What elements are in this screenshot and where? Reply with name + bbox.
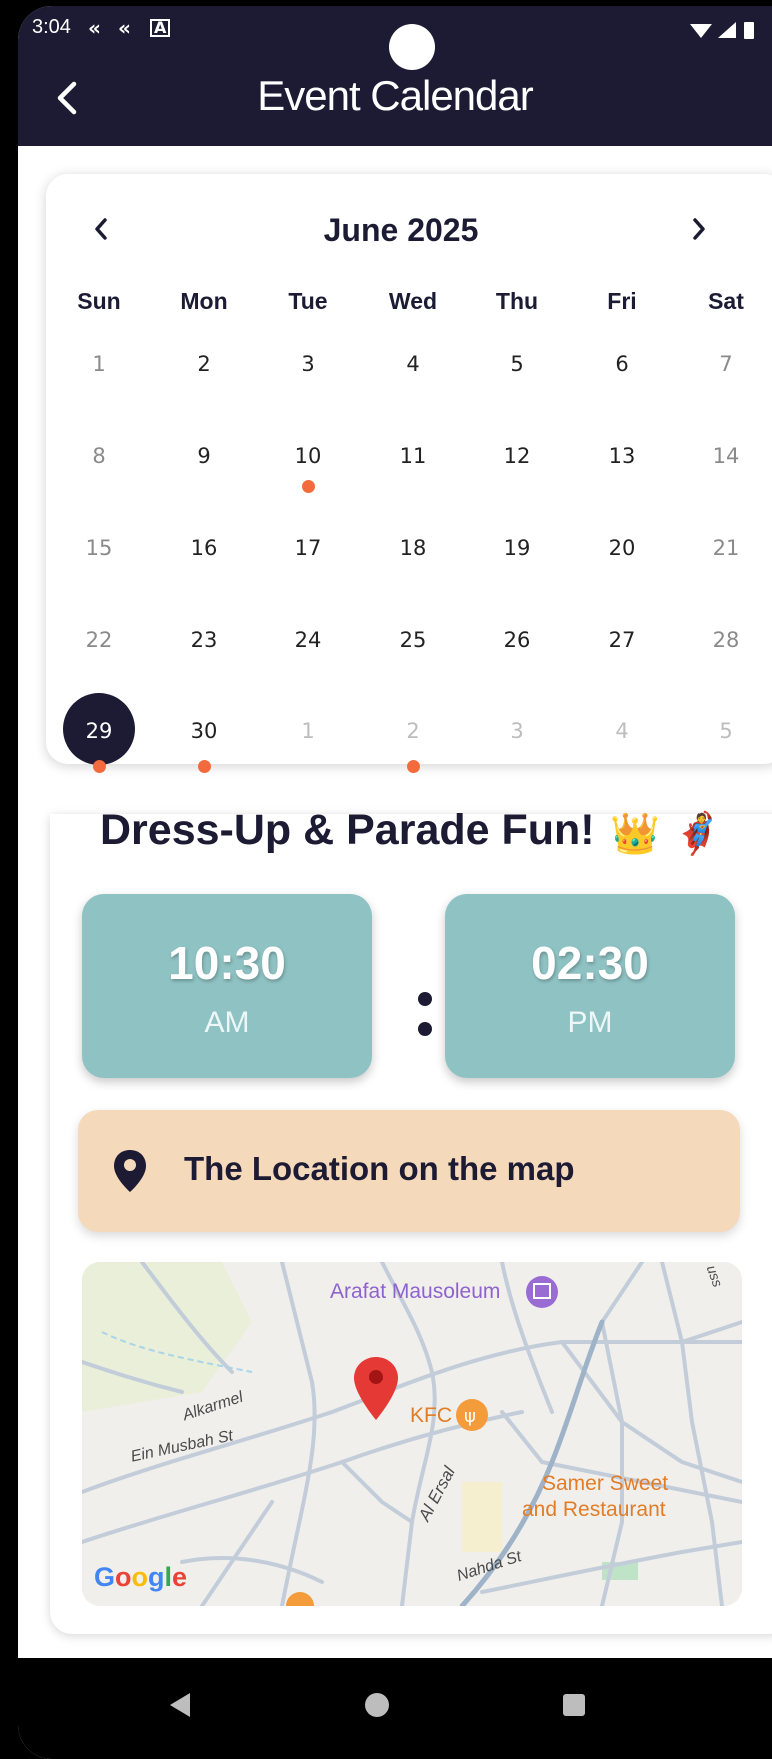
weekday-fri: Fri: [607, 288, 637, 314]
day-cell[interactable]: 18: [373, 536, 453, 560]
day-cell[interactable]: 17: [268, 536, 348, 560]
day-cell[interactable]: 14: [686, 444, 766, 468]
end-period: PM: [567, 1006, 613, 1039]
battery-icon: [744, 22, 754, 39]
system-nav-bar: [18, 1658, 772, 1759]
google-logo: Google: [94, 1562, 188, 1592]
day-cell[interactable]: 2: [164, 352, 244, 376]
page-title: Event Calendar: [257, 72, 534, 119]
weekday-sat: Sat: [708, 288, 744, 314]
day-cell[interactable]: 27: [582, 628, 662, 652]
nav-home-button[interactable]: [362, 1690, 392, 1724]
day-cell[interactable]: 20: [582, 536, 662, 560]
day-cell[interactable]: 22: [59, 628, 139, 652]
day-cell-next-month[interactable]: 3: [477, 719, 557, 743]
month-label: June 2025: [323, 212, 479, 248]
location-pin-icon: [112, 1148, 148, 1194]
nav-back-button[interactable]: [166, 1690, 194, 1724]
event-emoji: 👑 🦸: [610, 811, 723, 857]
day-cell[interactable]: 13: [582, 444, 662, 468]
day-cell[interactable]: 24: [268, 628, 348, 652]
time-separator-dot: [418, 992, 432, 1006]
next-month-button[interactable]: [680, 204, 720, 254]
camera-cutout: [389, 24, 435, 70]
map-label: Samer Sweet: [542, 1472, 669, 1495]
app-bar: 3:04 « « A Event Calendar: [18, 6, 772, 146]
month-header: June 2025: [46, 204, 756, 254]
day-cell[interactable]: 21: [686, 536, 766, 560]
start-time-box: 10:30 AM: [82, 894, 372, 1078]
location-button[interactable]: The Location on the map: [78, 1110, 740, 1232]
day-cell[interactable]: 7: [686, 352, 766, 376]
weekday-mon: Mon: [180, 288, 228, 314]
wifi-icon: [690, 24, 712, 38]
nav-recents-button[interactable]: [560, 1690, 588, 1724]
day-cell[interactable]: 23: [164, 628, 244, 652]
day-cell-next-month[interactable]: 4: [582, 719, 662, 743]
weekday-wed: Wed: [388, 288, 438, 314]
notification-icon: A: [150, 19, 171, 37]
start-time: 10:30: [168, 937, 286, 989]
day-cell[interactable]: 8: [59, 444, 139, 468]
day-cell-next-month[interactable]: 5: [686, 719, 766, 743]
square-recents-icon: [563, 1694, 585, 1716]
map-roads: ψ: [82, 1262, 742, 1606]
weekday-tue: Tue: [288, 288, 328, 314]
circle-home-icon: [365, 1693, 389, 1717]
day-cell[interactable]: 1: [59, 352, 139, 376]
day-cell[interactable]: 12: [477, 444, 557, 468]
time-separator-dot: [418, 1022, 432, 1036]
day-cell[interactable]: 3: [268, 352, 348, 376]
day-cell[interactable]: 16: [164, 536, 244, 560]
chevron-right-icon: [693, 218, 705, 240]
end-time: 02:30: [531, 937, 649, 989]
weekday-sun: Sun: [77, 288, 121, 314]
phone-screen: 3:04 « « A Event Calendar June 2025 Sun …: [18, 6, 772, 1759]
day-cell[interactable]: 25: [373, 628, 453, 652]
weekday-thu: Thu: [495, 288, 539, 314]
map-label: and Restaurant: [522, 1498, 666, 1521]
day-cell[interactable]: 5: [477, 352, 557, 376]
calendar-card: June 2025 Sun Mon Tue Wed Thu Fri Sat 1 …: [46, 174, 772, 773]
triangle-back-icon: [170, 1693, 190, 1717]
map-view[interactable]: ψ Arafat Mausoleum KFC Samer Sweet and R…: [82, 1262, 742, 1606]
day-cell-next-month[interactable]: 2: [373, 719, 453, 743]
end-time-box: 02:30 PM: [445, 894, 735, 1078]
day-cell[interactable]: 28: [686, 628, 766, 652]
map-label: Arafat Mausoleum: [330, 1280, 501, 1303]
day-cell[interactable]: 6: [582, 352, 662, 376]
day-cell[interactable]: 4: [373, 352, 453, 376]
day-cell[interactable]: 10: [268, 444, 348, 468]
signal-icon: [718, 22, 736, 38]
event-marker: [302, 480, 315, 493]
day-cell[interactable]: 9: [164, 444, 244, 468]
day-cell[interactable]: 19: [477, 536, 557, 560]
start-period: AM: [204, 1006, 250, 1039]
svg-text:ψ: ψ: [464, 1406, 476, 1427]
day-cell-next-month[interactable]: 1: [268, 719, 348, 743]
event-marker: [407, 760, 420, 773]
day-cell[interactable]: 15: [59, 536, 139, 560]
day-cell[interactable]: 26: [477, 628, 557, 652]
location-label: The Location on the map: [184, 1150, 575, 1187]
day-cell[interactable]: 11: [373, 444, 453, 468]
event-title: Dress-Up & Parade Fun!: [100, 806, 595, 854]
event-marker: [93, 760, 106, 773]
status-time: 3:04: [32, 16, 71, 38]
notification-icon: «: [118, 16, 131, 40]
event-marker: [198, 760, 211, 773]
day-cell-selected[interactable]: 29: [59, 719, 139, 743]
map-label: KFC: [410, 1404, 452, 1427]
system-icons: [682, 14, 772, 46]
day-cell[interactable]: 30: [164, 719, 244, 743]
notification-icon: «: [88, 16, 101, 40]
